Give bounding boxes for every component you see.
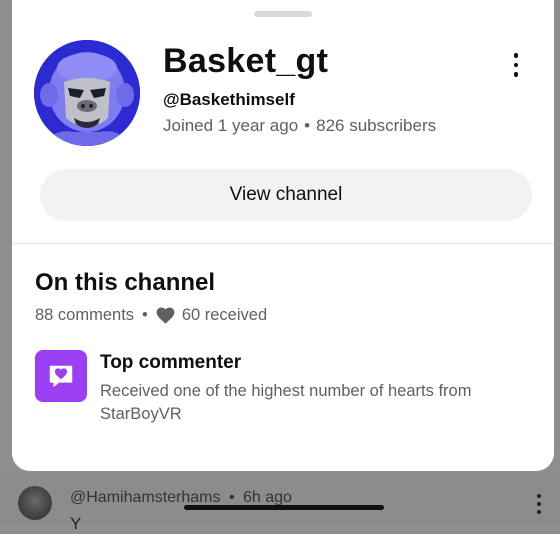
comment-author: @Hamihamsterhams [70,489,221,506]
sheet-grabber[interactable] [254,11,312,17]
commenter-avatar [18,486,52,520]
gorilla-avatar-icon [34,40,140,146]
background-comment: @Hamihamsterhams • 6h ago Y [18,484,560,533]
view-channel-button[interactable]: View channel [40,169,532,221]
comment-more-icon[interactable] [536,494,542,514]
heart-icon [156,307,175,324]
channel-handle: @Baskethimself [163,90,295,109]
channel-meta: Joined 1 year ago • 826 subscribers [163,116,436,136]
channel-info-sheet: Basket_gt @Baskethimself Joined 1 year a… [12,0,554,471]
subscriber-count: 826 subscribers [316,116,437,135]
channel-avatar [34,40,140,146]
meta-separator: • [304,116,311,135]
comment-text: Y [70,514,82,533]
comment-separator: • [228,489,235,506]
stats-separator: • [142,306,148,324]
badge-description: Received one of the highest number of he… [100,382,472,423]
heart-message-icon [35,350,87,402]
comment-count: 88 comments [35,306,135,324]
home-indicator [184,505,384,510]
badge-title: Top commenter [100,352,242,373]
channel-name: Basket_gt [163,42,329,80]
divider [12,243,554,244]
more-options-icon[interactable] [506,50,526,80]
channel-stats: 88 comments • 60 received [35,306,267,325]
section-title: On this channel [35,269,216,296]
hearts-received: 60 received [181,306,268,324]
comment-time: 6h ago [243,489,292,506]
joined-text: Joined 1 year ago [163,116,299,135]
